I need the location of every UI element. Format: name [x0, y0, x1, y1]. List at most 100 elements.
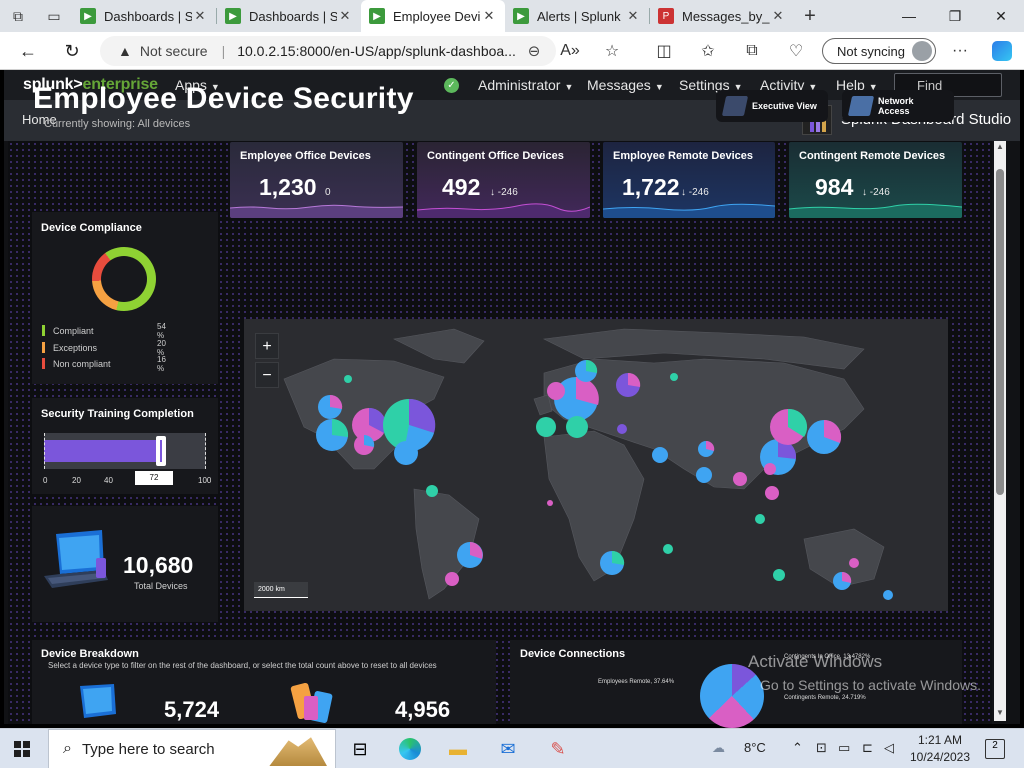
url-text[interactable]: 10.0.2.15:8000/en-US/app/splunk-dashboa.…: [237, 43, 516, 59]
device-breakdown-subtitle: Select a device type to filter on the re…: [48, 661, 437, 670]
favorites-icon[interactable]: ✩: [692, 36, 724, 66]
kpi-employee-remote[interactable]: Employee Remote Devices 1,722 ↓ -246: [603, 142, 775, 218]
close-tab-icon[interactable]: ✕: [770, 8, 786, 24]
map-zoom-out-button[interactable]: −: [255, 362, 279, 388]
mail-icon[interactable]: ✉: [494, 735, 522, 763]
read-aloud-icon[interactable]: A»: [554, 36, 586, 66]
executive-view-button[interactable]: Executive View: [716, 90, 828, 122]
back-icon[interactable]: ←: [10, 33, 46, 69]
file-explorer-icon[interactable]: ▬: [444, 735, 472, 763]
collections-icon[interactable]: ⧉: [736, 36, 768, 66]
task-view-icon[interactable]: ⊟: [346, 735, 374, 763]
favorite-star-icon[interactable]: ☆: [596, 36, 628, 66]
legend-swatch: [42, 325, 45, 336]
start-button-icon[interactable]: [14, 741, 30, 757]
close-tab-icon[interactable]: ✕: [337, 8, 353, 24]
training-bar-track[interactable]: [44, 433, 206, 469]
browser-essentials-icon[interactable]: ♡: [780, 36, 812, 66]
weather-icon[interactable]: ☁: [712, 740, 725, 756]
legend-non-compliant[interactable]: Non compliant 16 %: [42, 355, 166, 373]
close-tab-icon[interactable]: ✕: [625, 8, 641, 24]
network-icon[interactable]: ⊏: [862, 740, 873, 756]
scroll-down-icon[interactable]: ▼: [994, 708, 1006, 720]
taskbar-clock[interactable]: 1:21 AM 10/24/2023: [906, 732, 974, 766]
browser-tab-5[interactable]: P Messages_by_ ✕: [650, 0, 794, 32]
health-ok-icon[interactable]: ✓: [444, 78, 459, 93]
legend-label: Exceptions: [53, 342, 98, 353]
training-value: 72: [135, 471, 173, 485]
browser-tabbar: ⧉ ▭ ▶ Dashboards | S ✕ ▶ Dashboards | S …: [0, 0, 1024, 32]
network-access-button[interactable]: Network Access: [842, 90, 954, 122]
windows-taskbar: ⌕ Type here to search ⊟ ▬ ✉ ✎ ☁ 8°C ⌃ ⊡ …: [0, 728, 1024, 768]
minimize-icon[interactable]: —: [886, 0, 932, 32]
nav-messages[interactable]: Messages ▼: [587, 77, 664, 93]
browser-tab-1[interactable]: ▶ Dashboards | S ✕: [72, 0, 216, 32]
split-screen-icon[interactable]: ◫: [648, 36, 680, 66]
browser-tab-4[interactable]: ▶ Alerts | Splunk ✕: [505, 0, 649, 32]
browser-tab-3-active[interactable]: ▶ Employee Devi ✕: [361, 0, 505, 32]
legend-exceptions[interactable]: Exceptions 20 %: [42, 339, 166, 357]
browser-tab-2[interactable]: ▶ Dashboards | S ✕: [217, 0, 361, 32]
breakdown-value-laptops[interactable]: 5,724: [164, 697, 219, 723]
not-secure-label[interactable]: Not secure: [140, 43, 208, 59]
volume-icon[interactable]: ◁: [884, 740, 894, 756]
map-scale-bar: 2000 km: [254, 582, 308, 598]
device-location-map[interactable]: [244, 319, 948, 611]
taskbar-search-input[interactable]: ⌕ Type here to search: [48, 729, 336, 768]
restore-icon[interactable]: ❐: [932, 0, 978, 32]
kpi-sparkline: [230, 204, 403, 218]
refresh-icon[interactable]: ↻: [54, 33, 90, 69]
kpi-title: Employee Office Devices: [240, 150, 371, 162]
scrollbar-thumb[interactable]: [996, 169, 1004, 495]
close-tab-icon[interactable]: ✕: [192, 8, 208, 24]
panel-title: Security Training Completion: [41, 408, 194, 420]
address-bar[interactable]: ▲ Not secure | 10.0.2.15:8000/en-US/app/…: [100, 36, 556, 66]
mobile-device-icon[interactable]: [288, 678, 348, 724]
notification-center-icon[interactable]: 2: [985, 739, 1005, 759]
page-scrollbar[interactable]: ▲ ▼: [994, 141, 1006, 721]
battery-icon[interactable]: ▭: [838, 740, 850, 756]
meet-now-icon[interactable]: ⊡: [816, 740, 827, 756]
legend-label: Compliant: [53, 325, 94, 336]
kpi-contingent-remote[interactable]: Contingent Remote Devices 984 ↓ -246: [789, 142, 962, 218]
tab-title: Employee Devi: [393, 8, 481, 24]
search-highlight-image: [269, 737, 327, 766]
map-zoom-in-button[interactable]: +: [255, 333, 279, 359]
notification-count: 2: [992, 740, 998, 751]
kpi-sparkline: [417, 203, 590, 218]
edge-browser-icon[interactable]: [396, 735, 424, 763]
weather-temp[interactable]: 8°C: [744, 740, 766, 755]
close-window-icon[interactable]: ✕: [978, 0, 1024, 32]
close-tab-icon[interactable]: ✕: [481, 8, 497, 24]
splunk-favicon-icon: ▶: [369, 8, 385, 24]
total-devices-value[interactable]: 10,680: [123, 552, 193, 579]
sync-button[interactable]: Not syncing: [822, 38, 936, 64]
caret-down-icon: ▼: [654, 82, 664, 92]
copilot-icon[interactable]: [986, 36, 1018, 66]
splunk-favicon-icon: ▶: [513, 8, 529, 24]
compliance-donut-chart[interactable]: [92, 247, 156, 311]
kpi-sparkline: [789, 203, 962, 218]
legend-swatch: [42, 342, 45, 353]
world-map: [283, 328, 893, 600]
paint-app-icon[interactable]: ✎: [544, 735, 572, 763]
more-menu-icon[interactable]: ···: [944, 36, 976, 66]
zoom-icon[interactable]: ⊖: [520, 36, 548, 66]
nav-administrator[interactable]: Administrator ▼: [478, 77, 573, 93]
scroll-up-icon[interactable]: ▲: [994, 142, 1006, 154]
kpi-employee-office[interactable]: Employee Office Devices 1,230 0: [230, 142, 403, 218]
legend-compliant[interactable]: Compliant 54 %: [42, 322, 166, 340]
tab-actions-icon[interactable]: ▭: [36, 0, 72, 32]
new-tab-button[interactable]: +: [794, 5, 826, 28]
kpi-contingent-office[interactable]: Contingent Office Devices 492 ↓ -246: [417, 142, 590, 218]
workspaces-icon[interactable]: ⧉: [0, 0, 36, 32]
pdf-favicon-icon: P: [658, 8, 674, 24]
breakdown-value-mobile[interactable]: 4,956: [395, 697, 450, 723]
screen: ⧉ ▭ ▶ Dashboards | S ✕ ▶ Dashboards | S …: [0, 0, 1024, 768]
tick-label: 20: [72, 476, 81, 485]
profile-avatar: [912, 41, 932, 61]
tray-overflow-icon[interactable]: ⌃: [792, 740, 803, 756]
laptop-device-icon[interactable]: [70, 684, 120, 724]
connections-pie-chart[interactable]: [700, 664, 764, 728]
training-marker[interactable]: [155, 436, 166, 466]
